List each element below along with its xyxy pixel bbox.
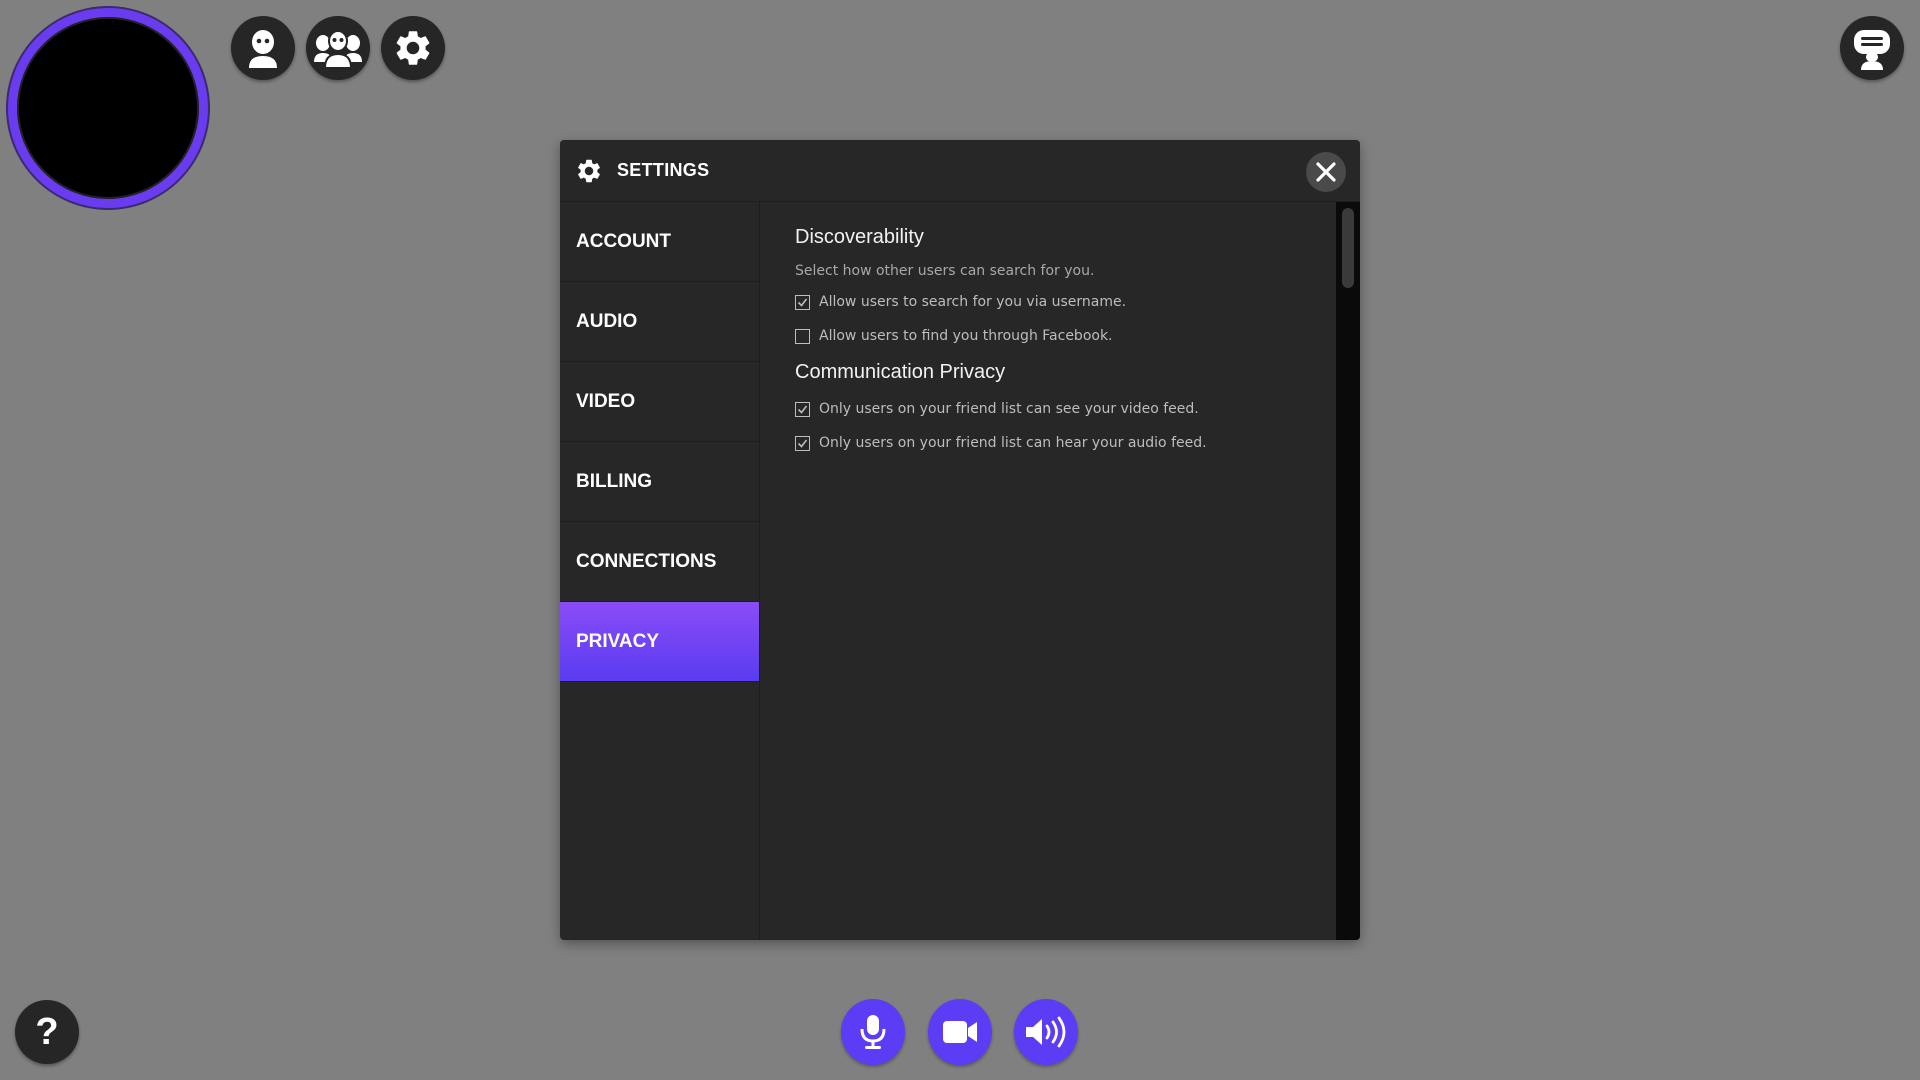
audio-feed-option[interactable]: Only users on your friend list can hear …	[795, 432, 1336, 454]
close-button[interactable]	[1306, 152, 1346, 192]
sidebar-item-billing[interactable]: BILLING	[560, 442, 759, 522]
facebook-find-label: Allow users to find you through Facebook…	[819, 328, 1113, 344]
search-username-option[interactable]: Allow users to search for you via userna…	[795, 291, 1336, 313]
close-icon	[1316, 162, 1336, 182]
gear-icon	[578, 159, 600, 182]
speaker-button[interactable]	[1014, 999, 1078, 1065]
settings-title: SETTINGS	[617, 160, 710, 180]
profile-button[interactable]	[231, 16, 295, 80]
video-feed-checkbox[interactable]	[795, 401, 810, 417]
audio-feed-label: Only users on your friend list can hear …	[819, 435, 1207, 451]
chat-icon	[1854, 30, 1890, 70]
search-username-checkbox[interactable]	[795, 294, 810, 310]
sidebar-item-video[interactable]: VIDEO	[560, 362, 759, 442]
scrollbar[interactable]	[1336, 202, 1360, 940]
check-icon	[797, 439, 808, 448]
settings-header: SETTINGS	[560, 140, 1360, 202]
search-username-label: Allow users to search for you via userna…	[819, 294, 1127, 310]
discoverability-title: Discoverability	[795, 226, 924, 248]
gear-icon	[396, 31, 430, 65]
help-button[interactable]: ?	[15, 1000, 79, 1064]
communication-privacy-title: Communication Privacy	[795, 361, 1006, 383]
video-camera-icon	[943, 1021, 977, 1043]
microphone-icon	[860, 1015, 886, 1049]
chat-button[interactable]	[1840, 16, 1904, 80]
privacy-content: Discoverability Select how other users c…	[760, 202, 1336, 940]
scrollbar-thumb[interactable]	[1342, 208, 1354, 288]
settings-modal: SETTINGS ACCOUNT AUDIO VIDEO BILLING CON…	[560, 140, 1360, 940]
sidebar-item-privacy[interactable]: PRIVACY	[560, 602, 759, 682]
camera-button[interactable]	[928, 999, 992, 1065]
friends-icon	[314, 30, 362, 68]
sidebar-item-connections[interactable]: CONNECTIONS	[560, 522, 759, 602]
discoverability-description: Select how other users can search for yo…	[795, 263, 1095, 279]
settings-button[interactable]	[381, 16, 445, 80]
help-icon: ?	[35, 1010, 59, 1053]
check-icon	[797, 405, 808, 414]
settings-sidebar: ACCOUNT AUDIO VIDEO BILLING CONNECTIONS …	[560, 202, 760, 940]
avatar[interactable]	[8, 8, 208, 208]
check-icon	[797, 298, 808, 307]
facebook-find-checkbox[interactable]	[795, 328, 810, 344]
user-icon	[249, 30, 277, 68]
sidebar-item-account[interactable]: ACCOUNT	[560, 202, 759, 282]
video-feed-label: Only users on your friend list can see y…	[819, 401, 1199, 417]
sidebar-item-audio[interactable]: AUDIO	[560, 282, 759, 362]
video-feed-option[interactable]: Only users on your friend list can see y…	[795, 398, 1336, 420]
speaker-icon	[1026, 1016, 1066, 1048]
audio-feed-checkbox[interactable]	[795, 435, 810, 451]
friends-button[interactable]	[306, 16, 370, 80]
microphone-button[interactable]	[841, 999, 905, 1065]
facebook-find-option[interactable]: Allow users to find you through Facebook…	[795, 325, 1336, 347]
